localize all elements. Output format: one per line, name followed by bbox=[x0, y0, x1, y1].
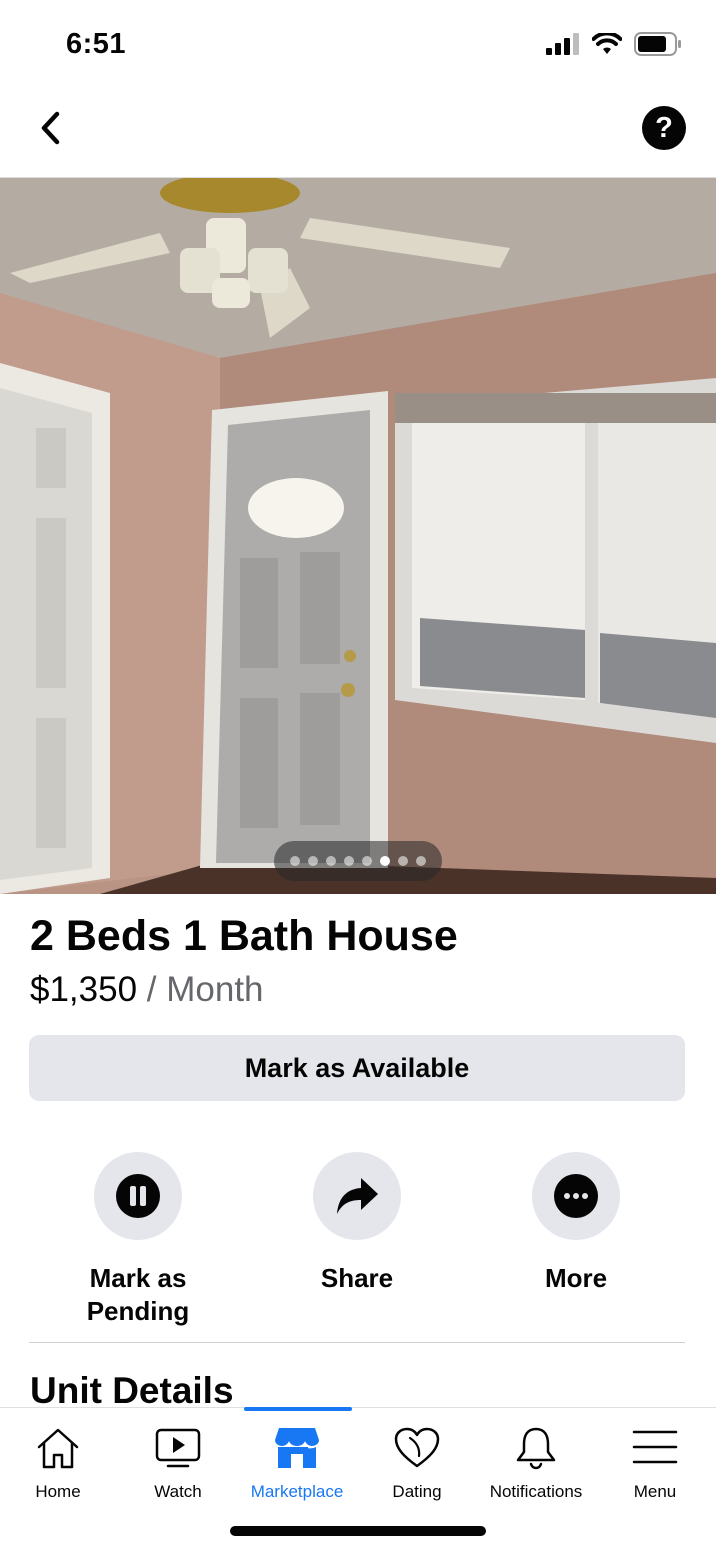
tab-menu[interactable]: Menu bbox=[600, 1426, 710, 1502]
listing-title: 2 Beds 1 Bath House bbox=[30, 912, 458, 960]
page-dot bbox=[326, 856, 336, 866]
pause-icon bbox=[116, 1174, 160, 1218]
listing-photo[interactable] bbox=[0, 177, 716, 894]
chevron-left-icon bbox=[41, 111, 60, 145]
tab-dating[interactable]: Dating bbox=[362, 1426, 472, 1502]
mark-as-pending-button[interactable] bbox=[94, 1152, 182, 1240]
question-mark-icon: ? bbox=[655, 111, 673, 144]
back-button[interactable] bbox=[30, 108, 70, 148]
bell-icon bbox=[516, 1427, 556, 1470]
price-amount: $1,350 bbox=[30, 970, 138, 1009]
page-dot bbox=[398, 856, 408, 866]
page-dot-active bbox=[380, 856, 390, 866]
page-dot bbox=[308, 856, 318, 866]
hamburger-menu-icon bbox=[632, 1430, 678, 1464]
tab-label: Dating bbox=[392, 1482, 442, 1501]
tab-label: Watch bbox=[154, 1482, 202, 1501]
watch-icon bbox=[155, 1428, 201, 1468]
help-button[interactable]: ? bbox=[642, 106, 686, 150]
page-dot bbox=[362, 856, 372, 866]
more-dots-icon bbox=[554, 1174, 598, 1218]
unit-details-heading: Unit Details bbox=[30, 1370, 234, 1411]
status-bar: 6:51 bbox=[0, 0, 716, 90]
top-nav: ? bbox=[0, 90, 716, 176]
page-dot bbox=[344, 856, 354, 866]
divider bbox=[29, 1342, 685, 1343]
status-icons bbox=[546, 32, 682, 56]
battery-icon bbox=[634, 32, 681, 56]
tab-label: Home bbox=[35, 1482, 81, 1501]
page-dot bbox=[416, 856, 426, 866]
share-button[interactable] bbox=[313, 1152, 401, 1240]
tab-label: Menu bbox=[633, 1482, 677, 1501]
active-tab-indicator bbox=[244, 1407, 352, 1411]
tab-label: Marketplace bbox=[250, 1482, 344, 1501]
share-arrow-icon bbox=[337, 1178, 378, 1214]
tab-home[interactable]: Home bbox=[3, 1426, 113, 1502]
photo-pagination bbox=[274, 841, 442, 881]
mark-as-available-button[interactable]: Mark as Available bbox=[29, 1035, 685, 1101]
listing-price: $1,350 / Month bbox=[30, 970, 264, 1010]
tab-marketplace[interactable]: Marketplace bbox=[242, 1426, 352, 1502]
share-action[interactable]: Share bbox=[267, 1152, 447, 1295]
tab-watch[interactable]: Watch bbox=[123, 1426, 233, 1502]
more-action[interactable]: More bbox=[486, 1152, 666, 1295]
mark-as-pending-action[interactable]: Mark as Pending bbox=[48, 1152, 228, 1328]
home-icon bbox=[37, 1428, 79, 1469]
tab-label: Notifications bbox=[489, 1482, 583, 1501]
mark-as-pending-label: Mark as Pending bbox=[86, 1263, 190, 1326]
cellular-signal-icon bbox=[546, 33, 579, 55]
home-indicator bbox=[230, 1526, 486, 1536]
more-button[interactable] bbox=[532, 1152, 620, 1240]
room-photo-image bbox=[0, 178, 716, 894]
marketplace-icon bbox=[275, 1428, 319, 1468]
tab-notifications[interactable]: Notifications bbox=[481, 1426, 591, 1502]
more-label: More bbox=[544, 1263, 608, 1293]
wifi-icon bbox=[592, 33, 622, 54]
price-period: / Month bbox=[137, 970, 264, 1009]
dating-heart-icon bbox=[394, 1427, 440, 1468]
status-time: 6:51 bbox=[66, 28, 127, 60]
page-dot bbox=[290, 856, 300, 866]
share-label: Share bbox=[320, 1263, 394, 1293]
